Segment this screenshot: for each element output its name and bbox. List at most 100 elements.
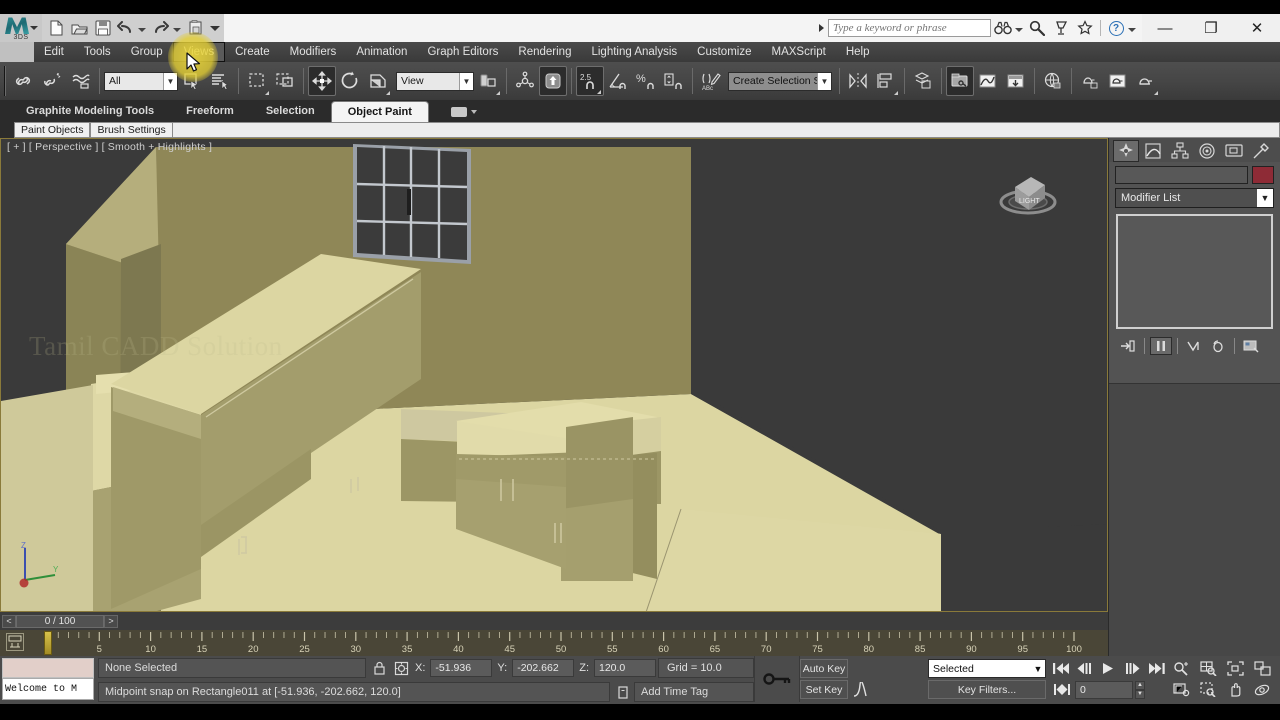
menu-item-create[interactable]: Create <box>225 42 280 62</box>
environment-icon[interactable] <box>1039 66 1067 96</box>
material-editor-icon[interactable] <box>946 66 974 96</box>
bind-spacewarp-icon[interactable] <box>67 66 95 96</box>
maximize-button[interactable]: ❐ <box>1188 14 1234 42</box>
viewport-label[interactable]: [ + ] [ Perspective ] [ Smooth + Highlig… <box>7 141 212 153</box>
menu-item-graph-editors[interactable]: Graph Editors <box>417 42 508 62</box>
redo-icon[interactable] <box>150 18 171 39</box>
unlink-icon[interactable] <box>39 66 67 96</box>
previous-frame-button[interactable] <box>1074 659 1096 679</box>
display-tab[interactable] <box>1221 140 1247 162</box>
angle-snap-icon[interactable] <box>604 66 632 96</box>
spinner-down-icon[interactable]: ▼ <box>1135 689 1145 699</box>
x-coordinate-field[interactable]: -51.936 <box>430 659 493 677</box>
star-icon[interactable] <box>1073 17 1097 39</box>
spinner-up-icon[interactable]: ▲ <box>1135 680 1145 690</box>
add-time-tag-button[interactable]: Add Time Tag <box>634 682 754 702</box>
lamp-icon[interactable] <box>1049 17 1073 39</box>
app-menu-caret-icon[interactable] <box>30 26 38 30</box>
binoculars-icon[interactable] <box>991 17 1015 39</box>
track-prev-button[interactable]: < <box>2 614 16 628</box>
ribbon-subtab-brush-settings[interactable]: Brush Settings <box>90 122 173 138</box>
viewcube-widget[interactable]: LIGHT <box>993 161 1063 221</box>
chevron-down-icon[interactable]: ▼ <box>1031 664 1045 674</box>
undo-icon[interactable] <box>115 18 136 39</box>
menu-item-modifiers[interactable]: Modifiers <box>280 42 347 62</box>
select-and-manipulate-icon[interactable] <box>539 66 567 96</box>
go-to-start-button[interactable] <box>1050 659 1072 679</box>
remove-modifier-icon[interactable] <box>1207 337 1229 355</box>
menu-item-customize[interactable]: Customize <box>687 42 761 62</box>
region-flyout-icon[interactable] <box>265 91 269 95</box>
toolbar-grip[interactable] <box>4 66 8 96</box>
configure-modifier-sets-icon[interactable] <box>1240 337 1262 355</box>
time-slider-handle[interactable] <box>44 631 52 655</box>
frame-slider[interactable]: 0 / 100 <box>16 614 104 628</box>
edit-named-selection-icon[interactable]: ABc <box>697 66 725 96</box>
search-options-icon[interactable] <box>1015 27 1023 32</box>
create-tab[interactable] <box>1113 140 1139 162</box>
menu-item-tools[interactable]: Tools <box>74 42 121 62</box>
orbit-icon[interactable] <box>1249 679 1276 700</box>
absolute-relative-toggle-icon[interactable] <box>390 658 412 678</box>
perspective-viewport[interactable]: [ + ] [ Perspective ] [ Smooth + Highlig… <box>0 138 1108 612</box>
window-crossing-icon[interactable] <box>271 66 299 96</box>
go-to-end-button[interactable] <box>1146 659 1168 679</box>
maxscript-output-line[interactable]: Welcome to M <box>2 678 94 700</box>
modify-tab[interactable] <box>1140 140 1166 162</box>
close-button[interactable]: ✕ <box>1234 14 1280 42</box>
chevron-down-icon[interactable]: ▼ <box>459 72 473 90</box>
redo-dropdown-icon[interactable] <box>173 27 181 32</box>
select-and-rotate-icon[interactable] <box>336 66 364 96</box>
render-flyout-icon[interactable] <box>1154 91 1158 95</box>
save-file-icon[interactable] <box>92 18 113 39</box>
selection-filter-dropdown[interactable]: All ▼ <box>104 71 178 91</box>
open-mini-curve-editor-icon[interactable] <box>6 633 24 651</box>
minimize-button[interactable]: — <box>1142 14 1188 42</box>
select-by-name-icon[interactable] <box>206 66 234 96</box>
ribbon-tab-object-paint[interactable]: Object Paint <box>330 101 429 122</box>
key-filters-button[interactable]: Key Filters... <box>928 680 1046 699</box>
next-frame-button[interactable] <box>1122 659 1144 679</box>
modifier-list-dropdown[interactable]: Modifier List ▼ <box>1115 188 1274 208</box>
snaps-flyout-icon[interactable] <box>597 90 601 94</box>
pan-view-icon[interactable] <box>1222 679 1249 700</box>
set-key-button[interactable]: Set Key <box>800 680 848 699</box>
rendered-frame-window-icon[interactable] <box>1104 66 1132 96</box>
chevron-down-icon[interactable]: ▼ <box>1257 189 1273 207</box>
layer-manager-icon[interactable] <box>909 66 937 96</box>
search-input[interactable] <box>828 19 991 37</box>
app-logo[interactable]: 3DS <box>0 14 42 42</box>
select-and-move-icon[interactable] <box>308 66 336 96</box>
spinner-snap-icon[interactable] <box>660 66 688 96</box>
lock-icon[interactable] <box>368 658 390 678</box>
curve-editor-icon[interactable] <box>974 66 1002 96</box>
rectangular-region-icon[interactable] <box>243 66 271 96</box>
track-next-button[interactable]: > <box>104 614 118 628</box>
object-name-field[interactable] <box>1115 166 1248 184</box>
utilities-tab[interactable] <box>1248 140 1274 162</box>
undo-dropdown-icon[interactable] <box>138 27 146 32</box>
align-objects-icon[interactable] <box>872 66 900 96</box>
project-folder-icon[interactable] <box>185 18 206 39</box>
search-expand-icon[interactable] <box>819 24 824 32</box>
zoom-all-icon[interactable] <box>1195 658 1222 679</box>
hierarchy-tab[interactable] <box>1167 140 1193 162</box>
chevron-down-icon[interactable]: ▼ <box>163 72 177 90</box>
open-file-icon[interactable] <box>69 18 90 39</box>
z-coordinate-field[interactable]: 120.0 <box>594 659 656 677</box>
timeline-ruler[interactable]: 5 10 15 20 25 30 35 40 45 50 55 60 65 70 75 80 85 90 95 100 <box>0 630 1108 656</box>
make-unique-icon[interactable] <box>1183 337 1205 355</box>
object-color-swatch[interactable] <box>1252 166 1274 184</box>
ribbon-tab-freeform[interactable]: Freeform <box>170 101 250 122</box>
scale-flyout-icon[interactable] <box>386 91 390 95</box>
menu-item-rendering[interactable]: Rendering <box>508 42 581 62</box>
modifier-stack-list[interactable] <box>1116 214 1273 329</box>
magnifier-icon[interactable] <box>1025 17 1049 39</box>
ribbon-tab-graphite-modeling-tools[interactable]: Graphite Modeling Tools <box>10 101 170 122</box>
pin-stack-icon[interactable] <box>1117 337 1139 355</box>
chevron-down-icon[interactable]: ▼ <box>817 72 831 90</box>
zoom-extents-icon[interactable] <box>1222 658 1249 679</box>
help-dropdown-icon[interactable] <box>1128 27 1136 32</box>
help-icon[interactable]: ? <box>1104 17 1128 39</box>
named-selection-set-dropdown[interactable]: Create Selection Se ▼ <box>728 71 832 91</box>
